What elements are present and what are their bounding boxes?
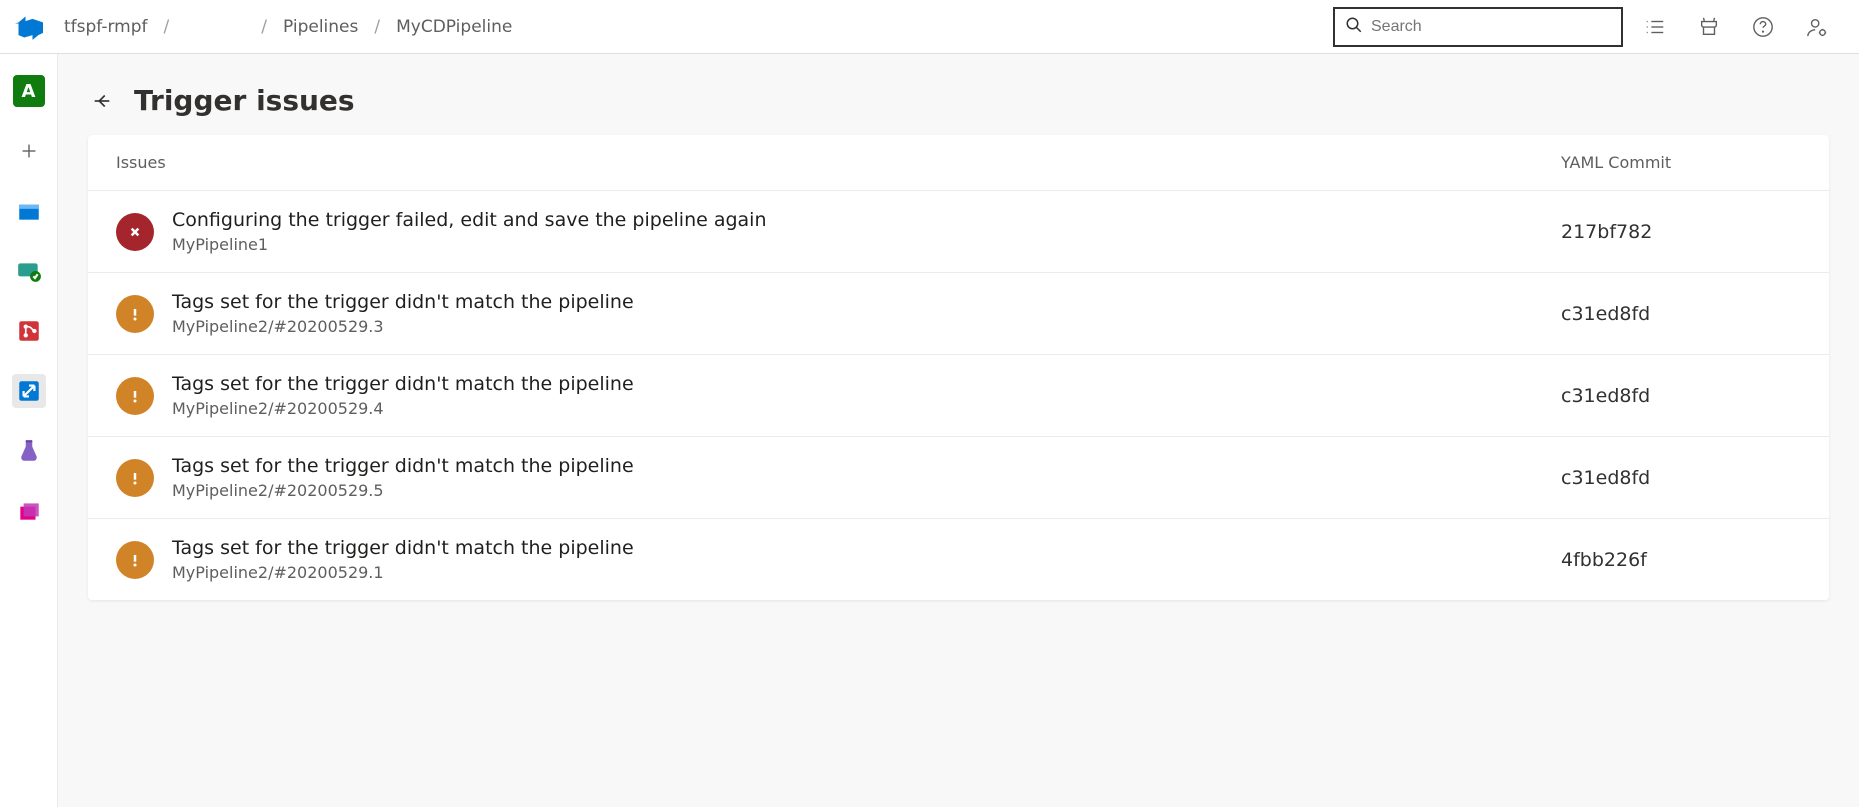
col-header-commit: YAML Commit: [1561, 153, 1801, 172]
issue-subtitle: MyPipeline1: [172, 235, 1561, 254]
breadcrumb-pipeline[interactable]: MyCDPipeline: [396, 17, 512, 37]
breadcrumb-sep-icon: /: [154, 17, 180, 37]
breadcrumb-org[interactable]: tfspf-rmpf: [64, 17, 148, 37]
issue-body: Tags set for the trigger didn't match th…: [172, 373, 1561, 418]
project-avatar: A: [13, 75, 45, 107]
issue-title: Configuring the trigger failed, edit and…: [172, 209, 1561, 231]
sidebar-boards-icon[interactable]: [12, 194, 46, 228]
list-icon[interactable]: [1643, 15, 1667, 39]
issue-row[interactable]: Tags set for the trigger didn't match th…: [88, 355, 1829, 437]
sidebar-repos-icon[interactable]: [12, 314, 46, 348]
main-content: Trigger issues Issues YAML Commit Config…: [58, 54, 1859, 807]
issue-commit: 4fbb226f: [1561, 549, 1801, 571]
warning-icon: [116, 377, 154, 415]
sidebar-pipelines-icon[interactable]: [12, 374, 46, 408]
warning-icon: [116, 459, 154, 497]
breadcrumb-sep-icon: /: [251, 17, 277, 37]
azure-devops-logo[interactable]: [12, 10, 46, 44]
issue-commit: c31ed8fd: [1561, 385, 1801, 407]
issue-title: Tags set for the trigger didn't match th…: [172, 291, 1561, 313]
sidebar-testplans-icon[interactable]: [12, 434, 46, 468]
sidebar-artifacts-icon[interactable]: [12, 494, 46, 528]
breadcrumb-area[interactable]: Pipelines: [283, 17, 358, 37]
search-box[interactable]: [1333, 7, 1623, 47]
issue-body: Tags set for the trigger didn't match th…: [172, 537, 1561, 582]
search-icon: [1345, 16, 1371, 38]
issues-card: Issues YAML Commit Configuring the trigg…: [88, 135, 1829, 600]
issue-subtitle: MyPipeline2/#20200529.3: [172, 317, 1561, 336]
back-button[interactable]: [88, 87, 116, 115]
issue-body: Configuring the trigger failed, edit and…: [172, 209, 1561, 254]
sidebar: A: [0, 54, 58, 807]
issue-commit: c31ed8fd: [1561, 467, 1801, 489]
breadcrumbs: tfspf-rmpf / / Pipelines / MyCDPipeline: [64, 17, 1333, 37]
issue-commit: c31ed8fd: [1561, 303, 1801, 325]
help-icon[interactable]: [1751, 15, 1775, 39]
warning-icon: [116, 541, 154, 579]
issue-title: Tags set for the trigger didn't match th…: [172, 373, 1561, 395]
top-icons: [1643, 15, 1847, 39]
issue-subtitle: MyPipeline2/#20200529.1: [172, 563, 1561, 582]
marketplace-icon[interactable]: [1697, 15, 1721, 39]
sidebar-workitems-icon[interactable]: [12, 254, 46, 288]
issue-subtitle: MyPipeline2/#20200529.5: [172, 481, 1561, 500]
topbar: tfspf-rmpf / / Pipelines / MyCDPipeline: [0, 0, 1859, 54]
col-header-issues: Issues: [116, 153, 1561, 172]
error-icon: [116, 213, 154, 251]
breadcrumb-sep-icon: /: [364, 17, 390, 37]
warning-icon: [116, 295, 154, 333]
table-header: Issues YAML Commit: [88, 135, 1829, 191]
issue-row[interactable]: Configuring the trigger failed, edit and…: [88, 191, 1829, 273]
sidebar-add[interactable]: [12, 134, 46, 168]
sidebar-project[interactable]: A: [12, 74, 46, 108]
issue-row[interactable]: Tags set for the trigger didn't match th…: [88, 437, 1829, 519]
search-input[interactable]: [1371, 18, 1611, 36]
page-title: Trigger issues: [134, 84, 355, 117]
issue-body: Tags set for the trigger didn't match th…: [172, 291, 1561, 336]
issue-row[interactable]: Tags set for the trigger didn't match th…: [88, 519, 1829, 600]
issue-title: Tags set for the trigger didn't match th…: [172, 537, 1561, 559]
issue-commit: 217bf782: [1561, 221, 1801, 243]
issue-subtitle: MyPipeline2/#20200529.4: [172, 399, 1561, 418]
user-settings-icon[interactable]: [1805, 15, 1829, 39]
page-header: Trigger issues: [58, 84, 1859, 135]
issue-body: Tags set for the trigger didn't match th…: [172, 455, 1561, 500]
issue-row[interactable]: Tags set for the trigger didn't match th…: [88, 273, 1829, 355]
issue-title: Tags set for the trigger didn't match th…: [172, 455, 1561, 477]
